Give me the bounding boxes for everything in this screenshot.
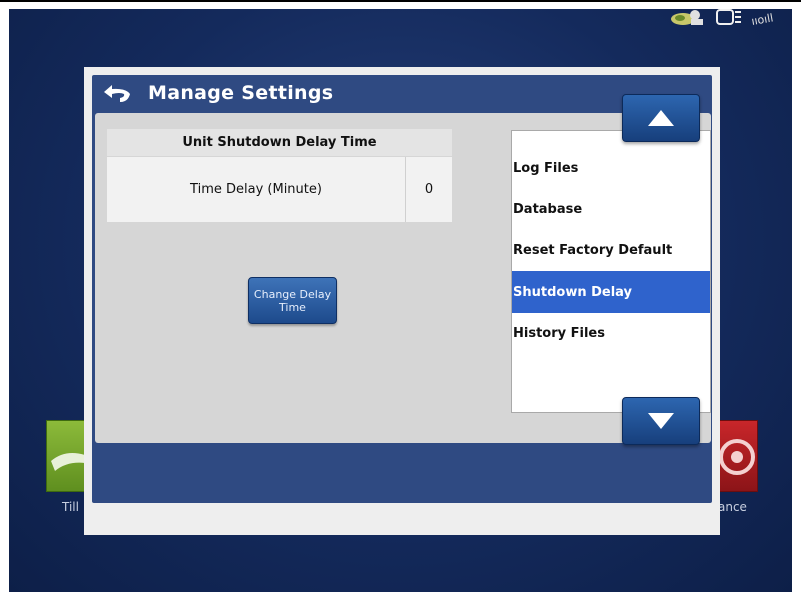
list-item-shutdown-delay[interactable]: Shutdown Delay [512,271,710,313]
maintenance-icon [719,439,755,475]
status-bar: ııoıll [669,6,787,28]
scroll-up-button[interactable] [622,94,700,142]
list-item-database[interactable]: Database [512,188,710,230]
list-item-history-files[interactable]: History Files [512,312,710,354]
arrow-down-icon [648,413,674,429]
change-delay-time-button[interactable]: Change Delay Time [248,277,337,324]
time-delay-label: Time Delay (Minute) [190,182,322,197]
tillage-app-tile[interactable] [46,420,86,492]
scroll-down-button[interactable] [622,397,700,445]
table-header: Unit Shutdown Delay Time [107,129,452,156]
display-status-icon [716,9,741,25]
list-item-log-files[interactable]: Log Files [512,147,710,189]
shutdown-delay-table: Unit Shutdown Delay Time Time Delay (Min… [107,129,452,222]
table-row: Time Delay (Minute) 0 [107,157,452,222]
dialog-title: Manage Settings [148,82,334,104]
wireless-signal-icon: ııoıll [751,11,774,27]
settings-category-list: Log Files Database Reset Factory Default… [511,130,711,413]
top-border [0,0,801,2]
list-item-reset-factory-default[interactable]: Reset Factory Default [512,229,710,271]
time-delay-value: 0 [405,157,452,222]
svg-text:ııoıll: ııoıll [751,11,774,27]
arrow-up-icon [648,110,674,126]
maintenance-app-tile[interactable] [714,420,758,492]
tillage-icon [51,453,85,471]
back-arrow-icon[interactable] [100,82,134,104]
tillage-tile-label: Till [62,500,79,514]
maintenance-tile-label: ance [718,500,747,514]
gps-status-icon [671,10,703,25]
